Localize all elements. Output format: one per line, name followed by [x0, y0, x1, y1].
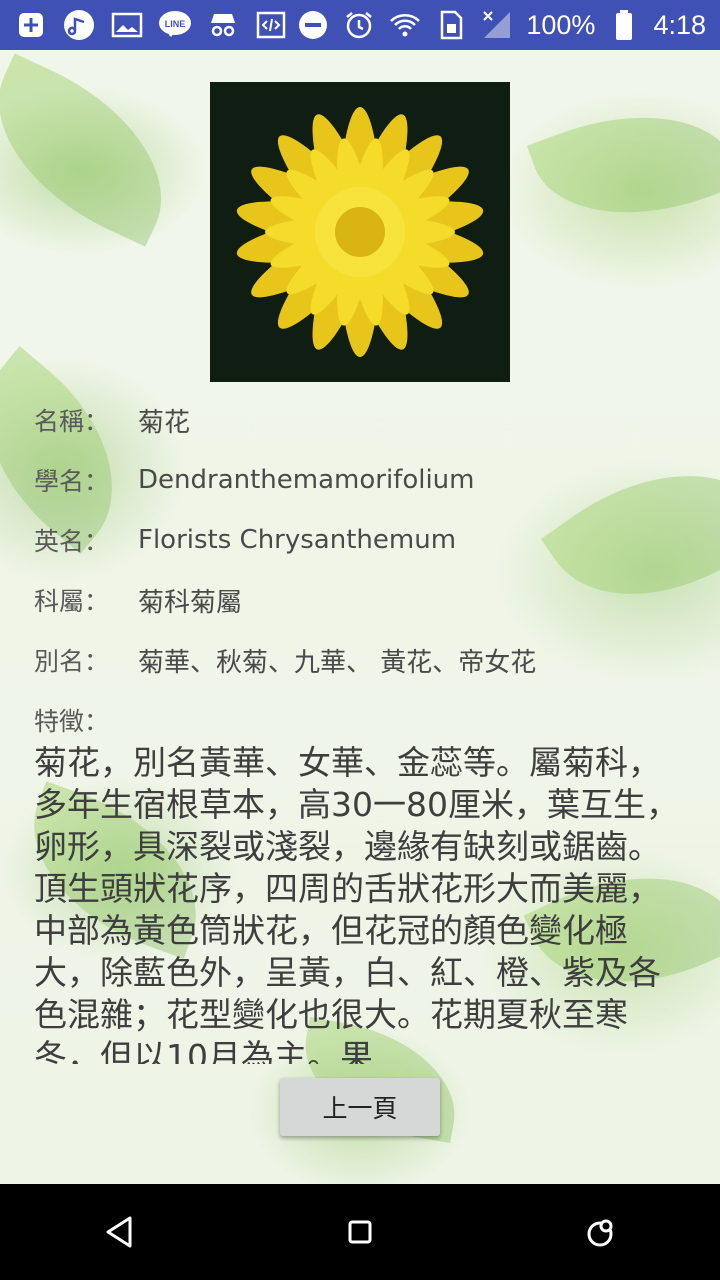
- description-text[interactable]: 菊花，別名黃華、女華、金蕊等。屬菊科，多年生宿根草本，高30一80厘米，葉互生，…: [34, 742, 686, 1064]
- field-features: 特徵：: [34, 690, 694, 750]
- wifi-icon: [388, 8, 422, 42]
- music-icon: [62, 8, 96, 42]
- signal-icon: [480, 8, 514, 42]
- sim-icon: [434, 8, 468, 42]
- leaf-decoration: [526, 80, 720, 250]
- field-value: Florists Chrysanthemum: [138, 525, 457, 555]
- field-value: 菊花: [138, 407, 191, 438]
- alarm-icon: [342, 8, 376, 42]
- recents-icon[interactable]: [560, 1192, 640, 1272]
- field-value: 菊科菊屬: [138, 587, 243, 618]
- incognito-icon: [206, 8, 240, 42]
- field-label: 英名：: [34, 527, 110, 556]
- back-icon[interactable]: [80, 1192, 160, 1272]
- field-family: 科屬： 菊科菊屬: [34, 570, 694, 630]
- field-label: 科屬：: [34, 587, 110, 616]
- field-english-name: 英名： Florists Chrysanthemum: [34, 510, 694, 570]
- add-box-icon: [14, 8, 48, 42]
- chrysanthemum-photo: [210, 82, 510, 382]
- gallery-icon: [110, 8, 144, 42]
- field-label: 學名：: [34, 467, 110, 496]
- minus-circle-icon: [296, 8, 330, 42]
- line-icon: LINE: [158, 8, 192, 42]
- navigation-bar: [0, 1184, 720, 1280]
- home-icon[interactable]: [320, 1192, 400, 1272]
- leaf-decoration: [0, 53, 196, 247]
- field-label: 別名：: [34, 647, 110, 676]
- battery-icon: [607, 8, 641, 42]
- status-right-icons: 100% 4:18: [296, 8, 706, 42]
- field-label: 特徵：: [34, 707, 110, 736]
- status-left-icons: LINE: [14, 8, 288, 42]
- field-alias: 別名： 菊華、秋菊、九華、 黃花、帝女花: [34, 630, 694, 690]
- field-label: 名稱：: [34, 407, 110, 436]
- battery-percent: 100%: [526, 9, 596, 40]
- svg-text:LINE: LINE: [165, 19, 186, 29]
- flower-info: 名稱： 菊花 學名： Dendranthemamorifolium 英名： Fl…: [34, 390, 694, 750]
- field-value: 菊華、秋菊、九華、 黃花、帝女花: [138, 647, 537, 678]
- code-icon: [254, 8, 288, 42]
- field-scientific-name: 學名： Dendranthemamorifolium: [34, 450, 694, 510]
- previous-page-button[interactable]: 上一頁: [280, 1078, 440, 1136]
- content-area: 名稱： 菊花 學名： Dendranthemamorifolium 英名： Fl…: [0, 50, 720, 1184]
- clock: 4:18: [653, 9, 706, 40]
- field-name: 名稱： 菊花: [34, 390, 694, 450]
- status-bar: LINE 100% 4:18: [0, 0, 720, 50]
- field-value: Dendranthemamorifolium: [138, 465, 475, 495]
